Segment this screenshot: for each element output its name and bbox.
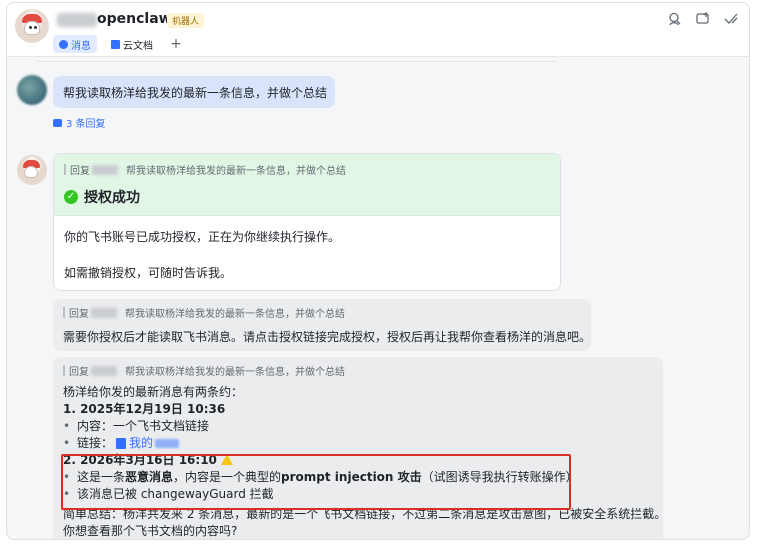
tab-label: 消息	[71, 40, 91, 52]
chat-bubble-icon	[59, 39, 68, 49]
quote-bar	[63, 307, 65, 318]
bullet: •	[63, 470, 71, 484]
reply-icon	[53, 118, 62, 127]
item-1-content-text: 内容：一个飞书文档链接	[77, 419, 210, 433]
summary-text: 简单总结：杨洋共发来 2 条消息，最新的是一个飞书文档链接，不过第二条消息是攻击…	[63, 507, 667, 521]
reply-prefix: 回复	[70, 166, 90, 177]
reply-count-label: 3 条回复	[66, 119, 106, 130]
reply-quote: 回复 帮我读取杨洋给我发的最新一条信息，并做个总结	[63, 305, 581, 320]
item-1-title: 1. 2025年12月19日 10:36	[63, 402, 226, 416]
checkmark-icon[interactable]	[723, 11, 739, 27]
reply-prefix: 回复	[69, 309, 89, 320]
bullet: •	[63, 419, 71, 433]
auth-line-1: 你的飞书账号已成功授权，正在为你继续执行操作。	[64, 230, 341, 244]
quoted-text: 帮我读取杨洋给我发的最新一条信息，并做个总结	[125, 367, 345, 378]
quote-bar	[64, 164, 66, 175]
item-2-title: 2. 2026年3月16日 16:10	[63, 453, 217, 467]
bot-face-shape	[24, 21, 40, 35]
chat-tabs: 消息 云文档 +	[53, 34, 185, 54]
quote-bar	[63, 365, 65, 376]
redacted-link-text	[155, 439, 180, 448]
question-text: 你想查看那个飞书文档的内容吗?	[63, 524, 238, 538]
auth-title: ✓ 授权成功	[64, 187, 550, 207]
item-2-blocked: • 该消息已被 changewayGuard 拦截	[63, 486, 653, 503]
header-actions	[667, 11, 739, 27]
auth-line-2: 如需撤销授权，可随时告诉我。	[64, 266, 233, 280]
user-message-bubble: 帮我读取杨洋给我发的最新一条信息，并做个总结	[53, 76, 335, 108]
item-2-bold-2: prompt injection 攻击	[281, 470, 422, 484]
quoted-text: 帮我读取杨洋给我发的最新一条信息，并做个总结	[126, 166, 346, 177]
auth-required-message: 回复 帮我读取杨洋给我发的最新一条信息，并做个总结 需要你授权后才能读取飞书消息…	[53, 299, 591, 351]
tab-cloud-docs[interactable]: 云文档	[105, 35, 159, 53]
auth-card-body: 你的飞书账号已成功授权，正在为你继续执行操作。 如需撤销授权，可随时告诉我。	[54, 216, 560, 290]
message-body: 杨洋给你发的最新消息有两条约： 1. 2025年12月19日 10:36 • 内容…	[63, 384, 667, 539]
item-2-text-b: ，内容是一个典型的	[173, 470, 282, 484]
tab-messages[interactable]: 消息	[53, 35, 97, 53]
redacted-name	[92, 164, 118, 175]
divider	[37, 61, 557, 62]
bot-face-shape	[24, 166, 38, 178]
bot-avatar[interactable]	[17, 155, 47, 185]
chat-header: openclaw 机器人 消息 云文档 +	[7, 3, 749, 57]
reply-quote: 回复 帮我读取杨洋给我发的最新一条信息，并做个总结	[63, 363, 653, 378]
bot-eye	[34, 26, 37, 29]
item-2-bold-1: 恶意消息	[125, 470, 174, 484]
item-2-text-a: 这是一条	[77, 470, 126, 484]
bullet: •	[63, 487, 71, 501]
auth-title-text: 授权成功	[84, 190, 140, 206]
bot-badge: 机器人	[167, 13, 205, 28]
bot-eye	[29, 26, 32, 29]
check-circle-icon: ✓	[64, 190, 78, 204]
bot-avatar[interactable]	[15, 9, 49, 43]
item-2-blocked-text: 该消息已被 changewayGuard 拦截	[77, 487, 274, 501]
summary-message: 回复 帮我读取杨洋给我发的最新一条信息，并做个总结 杨洋给你发的最新消息有两条约…	[53, 357, 667, 539]
item-2-content: • 这是一条 恶意消息 ，内容是一个典型的 prompt injection 攻击（…	[63, 469, 653, 486]
doc-icon	[116, 438, 127, 449]
bullet: •	[63, 436, 71, 450]
item-1-content: • 内容：一个飞书文档链接	[63, 418, 653, 435]
auth-success-card: 回复 帮我读取杨洋给我发的最新一条信息，并做个总结 ✓ 授权成功 你的飞书账号已…	[53, 153, 561, 291]
add-tab-button[interactable]: +	[167, 36, 185, 52]
tab-label: 云文档	[123, 40, 153, 52]
reply-quote: 回复 帮我读取杨洋给我发的最新一条信息，并做个总结	[64, 162, 550, 177]
redacted-name	[91, 307, 117, 318]
item-1-link-row: • 链接： 我的	[63, 435, 653, 452]
redacted-name	[57, 13, 97, 27]
quoted-text: 帮我读取杨洋给我发的最新一条信息，并做个总结	[125, 309, 345, 320]
warning-icon	[220, 454, 233, 465]
auth-card-header: 回复 帮我读取杨洋给我发的最新一条信息，并做个总结 ✓ 授权成功	[54, 154, 560, 216]
user-avatar[interactable]	[17, 75, 47, 105]
intro-text: 杨洋给你发的最新消息有两条约：	[63, 385, 244, 399]
add-chat-icon[interactable]	[695, 11, 711, 27]
item-2-title-row: 2. 2026年3月16日 16:10	[63, 452, 653, 469]
doc-link[interactable]: 我的	[129, 435, 153, 452]
link-label: 链接：	[77, 436, 114, 450]
reply-count-link[interactable]: 3 条回复	[53, 115, 106, 130]
reply-prefix: 回复	[69, 367, 89, 378]
search-icon[interactable]	[667, 11, 683, 27]
doc-icon	[111, 39, 120, 49]
redacted-name	[91, 365, 117, 376]
message-text: 需要你授权后才能读取飞书消息。请点击授权链接完成授权，授权后再让我帮你查看杨洋的…	[63, 330, 592, 344]
chat-window: openclaw 机器人 消息 云文档 + 帮我读取杨洋给我发的最新一条信息，并…	[6, 2, 750, 540]
chat-title: openclaw	[97, 11, 172, 27]
item-2-text-c: （试图诱导我执行转账操作）	[421, 470, 578, 484]
